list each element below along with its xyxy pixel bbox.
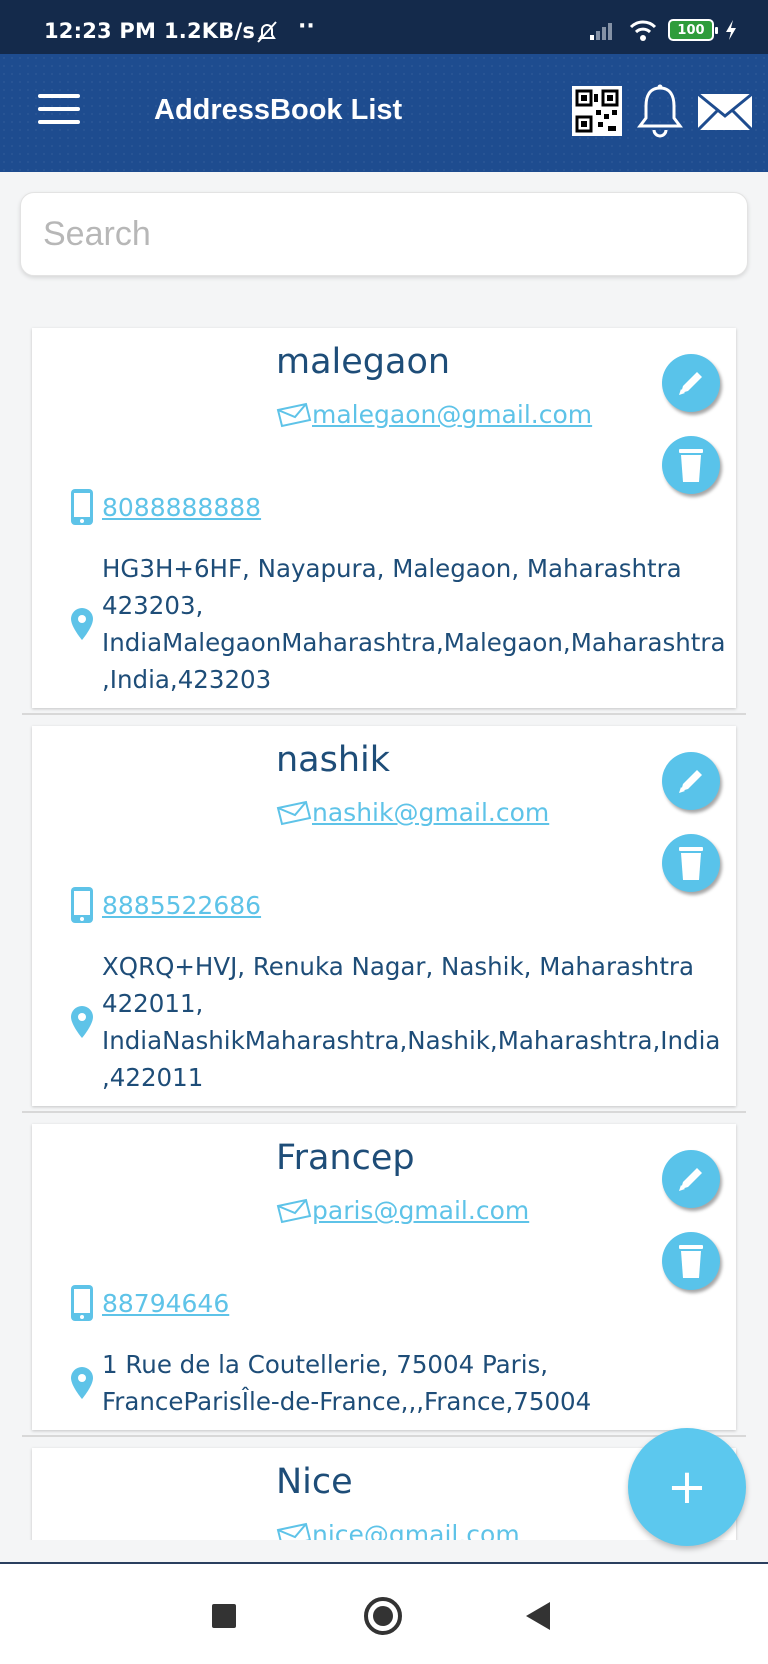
edit-button[interactable] (662, 752, 720, 810)
mute-notifications-icon (257, 21, 277, 43)
delete-button[interactable] (662, 436, 720, 494)
pencil-icon (679, 770, 702, 793)
contact-address: 1 Rue de la Coutellerie, 75004 Paris, Fr… (70, 1346, 734, 1420)
menu-icon[interactable] (38, 94, 80, 126)
pencil-icon (679, 372, 702, 395)
email-link[interactable]: nice@gmail.com (312, 1520, 520, 1540)
phone-link[interactable]: 88794646 (102, 1289, 229, 1318)
location-pin-icon (71, 608, 93, 640)
phone-link[interactable]: 8885522686 (102, 891, 261, 920)
trash-icon (679, 449, 703, 482)
home-button[interactable] (364, 1597, 402, 1635)
location-pin-icon (71, 1367, 93, 1399)
contact-email[interactable]: malegaon@gmail.com (276, 400, 592, 429)
address-text: 1 Rue de la Coutellerie, 75004 Paris, Fr… (102, 1350, 592, 1416)
contact-name: nashik (276, 740, 391, 780)
back-button[interactable] (526, 1602, 550, 1630)
divider (22, 713, 746, 715)
contact-email[interactable]: nashik@gmail.com (276, 798, 549, 827)
signal-icon (590, 23, 612, 40)
email-link[interactable]: nashik@gmail.com (312, 798, 549, 827)
contact-email[interactable]: paris@gmail.com (276, 1196, 529, 1225)
add-contact-button[interactable]: + (628, 1428, 746, 1546)
search-box (20, 192, 748, 276)
mobile-phone-icon (71, 887, 93, 923)
qr-code-icon[interactable] (572, 86, 622, 136)
divider (22, 1435, 746, 1437)
contact-name: Nice (276, 1462, 353, 1502)
network-speed: 1.2KB/s (164, 19, 256, 43)
page-title: AddressBook List (154, 94, 403, 126)
mobile-phone-icon (71, 1285, 93, 1321)
system-nav-bar (0, 1562, 768, 1664)
contact-email[interactable]: nice@gmail.com (276, 1520, 520, 1540)
charging-icon (726, 20, 736, 40)
trash-icon (679, 847, 703, 880)
search-input[interactable] (21, 193, 747, 275)
battery-icon: 100 (668, 19, 718, 41)
more-notifications-icon: ·· (298, 14, 315, 39)
wifi-icon (629, 20, 657, 41)
address-text: XQRQ+HVJ, Renuka Nagar, Nashik, Maharash… (102, 952, 721, 1092)
status-bar: 12:23 PM 1.2KB/s ·· 100 (0, 0, 768, 54)
contact-card[interactable]: Francep paris@gmail.com 88794646 1 Rue d… (32, 1124, 736, 1430)
contact-card[interactable]: nashik nashik@gmail.com 8885522686 XQRQ+… (32, 726, 736, 1106)
delete-button[interactable] (662, 834, 720, 892)
contact-phone[interactable]: 88794646 (70, 1284, 229, 1322)
contact-address: XQRQ+HVJ, Renuka Nagar, Nashik, Maharash… (70, 948, 734, 1096)
email-icon (276, 402, 312, 427)
status-right: 100 (588, 18, 738, 42)
contact-name: Francep (276, 1138, 415, 1178)
edit-button[interactable] (662, 1150, 720, 1208)
contact-phone[interactable]: 8885522686 (70, 886, 261, 924)
divider (22, 1111, 746, 1113)
address-text: HG3H+6HF, Nayapura, Malegaon, Maharashtr… (102, 554, 726, 694)
pencil-icon (679, 1168, 702, 1191)
email-icon (276, 800, 312, 825)
contact-name: malegaon (276, 342, 451, 382)
trash-icon (679, 1245, 703, 1278)
app-toolbar: AddressBook List (0, 54, 768, 172)
contact-card[interactable]: malegaon malegaon@gmail.com 8088888888 H… (32, 328, 736, 708)
mail-icon[interactable] (696, 92, 754, 132)
status-time: 12:23 PM (44, 19, 157, 43)
contact-address: HG3H+6HF, Nayapura, Malegaon, Maharashtr… (70, 550, 734, 698)
email-icon (276, 1522, 312, 1540)
delete-button[interactable] (662, 1232, 720, 1290)
email-icon (276, 1198, 312, 1223)
phone-link[interactable]: 8088888888 (102, 493, 261, 522)
recent-apps-button[interactable] (212, 1604, 236, 1628)
contact-phone[interactable]: 8088888888 (70, 488, 261, 526)
edit-button[interactable] (662, 354, 720, 412)
notification-bell-icon[interactable] (636, 84, 684, 138)
mobile-phone-icon (71, 489, 93, 525)
location-pin-icon (71, 1006, 93, 1038)
email-link[interactable]: paris@gmail.com (312, 1196, 529, 1225)
contact-list: malegaon malegaon@gmail.com 8088888888 H… (0, 326, 768, 1540)
email-link[interactable]: malegaon@gmail.com (312, 400, 592, 429)
